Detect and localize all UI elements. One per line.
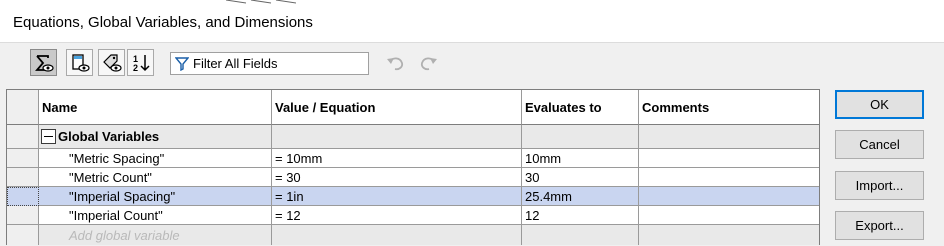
table-row[interactable]: "Imperial Count" = 12 12 xyxy=(7,206,819,225)
table-row[interactable]: "Metric Spacing" = 10mm 10mm xyxy=(7,149,819,168)
export-button[interactable]: Export... xyxy=(835,211,924,240)
row-header xyxy=(7,125,39,149)
variable-comments-cell[interactable] xyxy=(639,149,819,168)
group-label-cell: Global Variables xyxy=(39,125,272,149)
variable-name-cell[interactable]: "Metric Count" xyxy=(39,168,272,187)
grid-header-row: Name Value / Equation Evaluates to Comme… xyxy=(7,90,819,125)
variable-comments-cell[interactable] xyxy=(639,206,819,225)
variable-evaluates-cell: 25.4mm xyxy=(522,187,639,206)
variable-comments-cell[interactable] xyxy=(639,187,819,206)
add-variable-row[interactable]: Add global variable xyxy=(7,225,819,245)
group-value-cell xyxy=(272,125,522,149)
equation-view-button[interactable] xyxy=(30,49,57,76)
sheet-eye-icon xyxy=(71,53,90,72)
add-global-variable-cell[interactable]: Add global variable xyxy=(39,225,272,245)
variable-value-cell[interactable]: = 30 xyxy=(272,168,522,187)
column-header-value[interactable]: Value / Equation xyxy=(272,90,522,125)
row-header[interactable] xyxy=(7,168,39,187)
filter-field[interactable] xyxy=(170,52,369,75)
collapse-icon[interactable] xyxy=(41,129,56,144)
sort-order-icon: 1 2 xyxy=(133,54,150,73)
sigma-eye-icon xyxy=(34,54,54,72)
variable-name-cell[interactable]: "Imperial Count" xyxy=(39,206,272,225)
column-header-name[interactable]: Name xyxy=(39,90,272,125)
row-header-corner xyxy=(7,90,39,125)
svg-text:2: 2 xyxy=(133,63,138,73)
ordered-view-button[interactable]: 1 2 xyxy=(127,49,154,76)
group-comments-cell xyxy=(639,125,819,149)
equations-grid: Name Value / Equation Evaluates to Comme… xyxy=(6,89,820,245)
column-header-evaluates[interactable]: Evaluates to xyxy=(522,90,639,125)
group-row-global-variables: Global Variables xyxy=(7,125,819,149)
cancel-button[interactable]: Cancel xyxy=(835,130,924,159)
variable-name-cell[interactable]: "Imperial Spacing" xyxy=(39,187,272,206)
row-header[interactable] xyxy=(7,149,39,168)
variable-value-cell[interactable]: = 10mm xyxy=(272,149,522,168)
variable-evaluates-cell: 30 xyxy=(522,168,639,187)
dialog-title: Equations, Global Variables, and Dimensi… xyxy=(13,14,313,31)
feature-view-button[interactable] xyxy=(98,49,125,76)
redo-icon[interactable] xyxy=(418,54,438,72)
variable-value-cell[interactable]: = 12 xyxy=(272,206,522,225)
add-value-cell[interactable] xyxy=(272,225,522,245)
group-label: Global Variables xyxy=(58,129,160,144)
row-header[interactable] xyxy=(7,187,39,206)
column-header-comments[interactable]: Comments xyxy=(639,90,819,125)
row-header[interactable] xyxy=(7,206,39,225)
ok-button[interactable]: OK xyxy=(835,90,924,119)
group-evaluates-cell xyxy=(522,125,639,149)
variable-evaluates-cell: 12 xyxy=(522,206,639,225)
table-row-selected[interactable]: "Imperial Spacing" = 1in 25.4mm xyxy=(7,187,819,206)
filter-icon xyxy=(175,57,189,71)
background-decoration xyxy=(226,0,296,4)
row-header xyxy=(7,225,39,245)
table-row[interactable]: "Metric Count" = 30 30 xyxy=(7,168,819,187)
filter-input[interactable] xyxy=(193,55,363,72)
tag-eye-icon xyxy=(102,53,122,72)
add-evaluates-cell xyxy=(522,225,639,245)
sheet-view-button[interactable] xyxy=(66,49,93,76)
title-bar: Equations, Global Variables, and Dimensi… xyxy=(0,0,944,42)
variable-value-cell[interactable]: = 1in xyxy=(272,187,522,206)
add-comments-cell[interactable] xyxy=(639,225,819,245)
import-button[interactable]: Import... xyxy=(835,171,924,200)
variable-evaluates-cell: 10mm xyxy=(522,149,639,168)
variable-name-cell[interactable]: "Metric Spacing" xyxy=(39,149,272,168)
undo-icon[interactable] xyxy=(386,54,406,72)
variable-comments-cell[interactable] xyxy=(639,168,819,187)
